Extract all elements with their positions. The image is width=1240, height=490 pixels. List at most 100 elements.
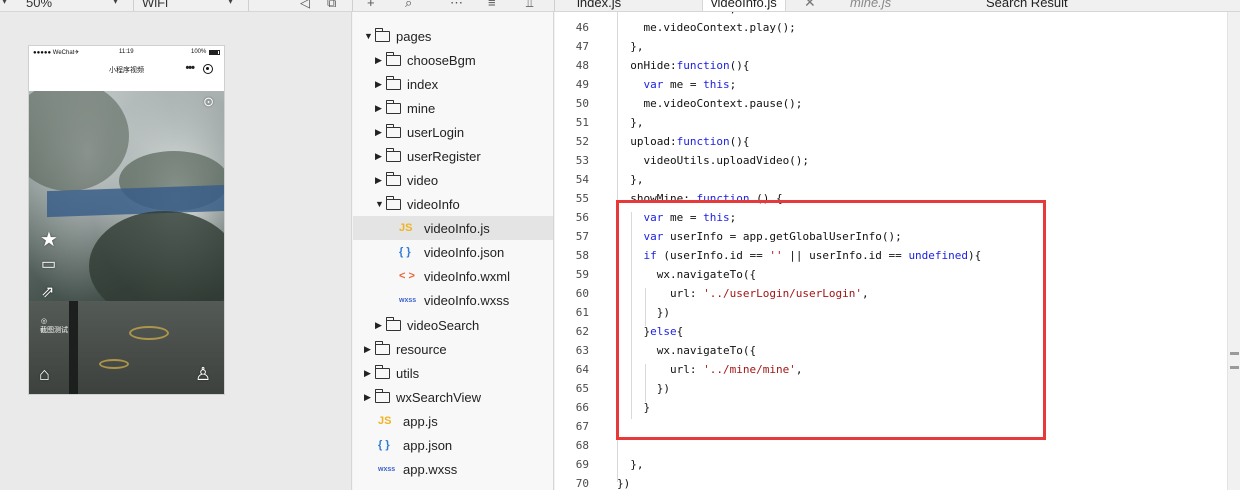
chevron-right-icon[interactable]: ▶ (364, 344, 375, 355)
tree-item-label: videoInfo.js (424, 220, 490, 236)
line-number: 45 (555, 12, 589, 15)
file-explorer: ▼ pages ▶ chooseBgm ▶ index ▶ mine ▶ use… (353, 12, 554, 490)
more-icon[interactable]: ••• (185, 62, 195, 74)
tree-file-videoinfo-wxss[interactable]: wxss videoInfo.wxss (399, 288, 509, 312)
copy-icon[interactable]: ⧉ (327, 0, 336, 11)
zoom-chevron-down-icon[interactable]: ▾ (113, 0, 118, 7)
nav-title: 小程序视频 (109, 67, 144, 74)
zoom-select[interactable]: 50% (26, 0, 52, 10)
js-file-icon: JS (378, 415, 392, 427)
code-line[interactable]: }, (617, 458, 643, 471)
code-line[interactable]: me.videoContext.play(); (617, 21, 795, 34)
code-line[interactable]: }, (617, 40, 643, 53)
comment-icon[interactable]: ▭ (41, 257, 56, 273)
person-icon[interactable]: ♙ (195, 365, 211, 383)
video-player[interactable]: ⊙ ★ ▭ ⇗ ◎ 截图测试 ⌂ ♙ (29, 91, 224, 394)
tab-search-result[interactable]: Search Result (986, 0, 1068, 11)
close-tab-icon[interactable]: ✕ (804, 0, 816, 11)
chevron-right-icon[interactable]: ▶ (375, 79, 386, 90)
network-chevron-down-icon[interactable]: ▾ (228, 0, 233, 7)
chevron-right-icon[interactable]: ▶ (375, 320, 386, 331)
star-icon[interactable]: ★ (40, 230, 58, 250)
search-icon[interactable]: ⌕ (405, 0, 412, 11)
line-number: 62 (575, 325, 589, 338)
simulator-panel: ●●●●● WeChat✈ 11:19 100% 小程序视频 ••• ⊙ ★ ▭… (0, 12, 352, 490)
json-file-icon: { } (399, 246, 411, 258)
line-number: 65 (575, 382, 589, 395)
json-file-icon: { } (378, 439, 390, 451)
tree-folder-pages[interactable]: ▼ pages (364, 24, 431, 48)
add-icon[interactable]: + (367, 0, 375, 10)
chevron-down-icon[interactable]: ▼ (364, 31, 375, 41)
chevron-down-icon[interactable]: ▼ (375, 199, 386, 209)
tree-file-app-json[interactable]: { } app.json (378, 433, 452, 457)
tree-folder-resource[interactable]: ▶ resource (364, 337, 447, 361)
tree-file-videoinfo-js[interactable]: JS videoInfo.js (353, 216, 553, 240)
tree-item-label: wxSearchView (396, 389, 482, 405)
code-line[interactable]: videoUtils.uploadVideo(); (617, 154, 809, 167)
chevron-right-icon[interactable]: ▶ (375, 151, 386, 162)
wxss-file-icon: wxss (399, 296, 417, 304)
chevron-right-icon[interactable]: ▶ (364, 392, 375, 403)
share-icon[interactable]: ⇗ (41, 285, 54, 301)
tree-folder-video[interactable]: ▶ video (375, 168, 438, 192)
tree-folder-videoinfo[interactable]: ▼ videoInfo (375, 192, 460, 216)
home-icon[interactable]: ⌂ (39, 365, 50, 383)
folder-open-icon (386, 195, 401, 210)
network-select[interactable]: WiFi (142, 0, 168, 10)
collapse-icon[interactable]: ≡ (488, 0, 496, 10)
tree-folder-utils[interactable]: ▶ utils (364, 361, 419, 385)
split-icon[interactable]: ⫫ (526, 0, 533, 11)
tree-item-label: videoInfo.wxml (424, 268, 510, 284)
tree-file-videoinfo-wxml[interactable]: < > videoInfo.wxml (399, 264, 510, 288)
tree-folder-choosebgm[interactable]: ▶ chooseBgm (375, 48, 476, 72)
line-number: 54 (575, 173, 589, 186)
line-number: 66 (575, 401, 589, 414)
tree-item-label: utils (396, 365, 420, 381)
tree-item-label: userRegister (407, 148, 481, 164)
code-line[interactable]: me.videoContext.pause(); (617, 97, 802, 110)
chevron-right-icon[interactable]: ▶ (375, 175, 386, 186)
line-number: 58 (575, 249, 589, 262)
tab-mine-js[interactable]: mine.js (850, 0, 891, 11)
chevron-down-icon[interactable]: ▾ (2, 0, 7, 7)
code-line[interactable]: var me = this; (617, 12, 737, 15)
toolbar-divider (352, 0, 353, 11)
code-line[interactable]: }, (617, 173, 643, 186)
user-avatar[interactable]: ◎ (41, 317, 47, 325)
tree-folder-index[interactable]: ▶ index (375, 72, 438, 96)
tree-file-app-wxss[interactable]: wxss app.wxss (378, 457, 457, 481)
code-line[interactable]: upload:function(){ (617, 135, 749, 148)
tree-item-label: app.wxss (403, 461, 458, 477)
chevron-right-icon[interactable]: ▶ (375, 55, 386, 66)
code-line[interactable]: }) (617, 477, 630, 490)
code-line[interactable]: var me = this; (617, 78, 737, 91)
status-bar: ●●●●● WeChat✈ 11:19 100% (29, 46, 224, 60)
code-line[interactable]: onHide:function(){ (617, 59, 749, 72)
code-line[interactable]: }, (617, 116, 643, 129)
video-scene (129, 326, 169, 340)
chevron-right-icon[interactable]: ▶ (364, 368, 375, 379)
chevron-right-icon[interactable]: ▶ (375, 103, 386, 114)
folder-icon (386, 75, 401, 90)
tree-file-videoinfo-json[interactable]: { } videoInfo.json (399, 240, 504, 264)
tree-folder-userlogin[interactable]: ▶ userLogin (375, 120, 464, 144)
tab-index-js[interactable]: index.js (577, 0, 621, 11)
tree-file-app-js[interactable]: JS app.js (378, 409, 438, 433)
close-capsule-icon[interactable] (203, 64, 213, 74)
tab-videoinfo-js[interactable]: videoInfo.js (702, 0, 786, 11)
more-icon[interactable]: ⋯ (450, 0, 463, 11)
tree-folder-videosearch[interactable]: ▶ videoSearch (375, 313, 479, 337)
tree-item-label: video (407, 172, 439, 188)
line-number: 68 (575, 439, 589, 452)
folder-icon (386, 171, 401, 186)
line-number: 55 (575, 192, 589, 205)
rotate-icon[interactable]: ◁ (300, 0, 310, 11)
editor-scrollbar[interactable] (1227, 12, 1240, 490)
chevron-right-icon[interactable]: ▶ (375, 127, 386, 138)
upload-icon[interactable]: ⊙ (203, 95, 214, 108)
video-scene (99, 359, 129, 369)
tree-folder-mine[interactable]: ▶ mine (375, 96, 435, 120)
tree-folder-wxsearchview[interactable]: ▶ wxSearchView (364, 385, 481, 409)
tree-folder-userregister[interactable]: ▶ userRegister (375, 144, 481, 168)
